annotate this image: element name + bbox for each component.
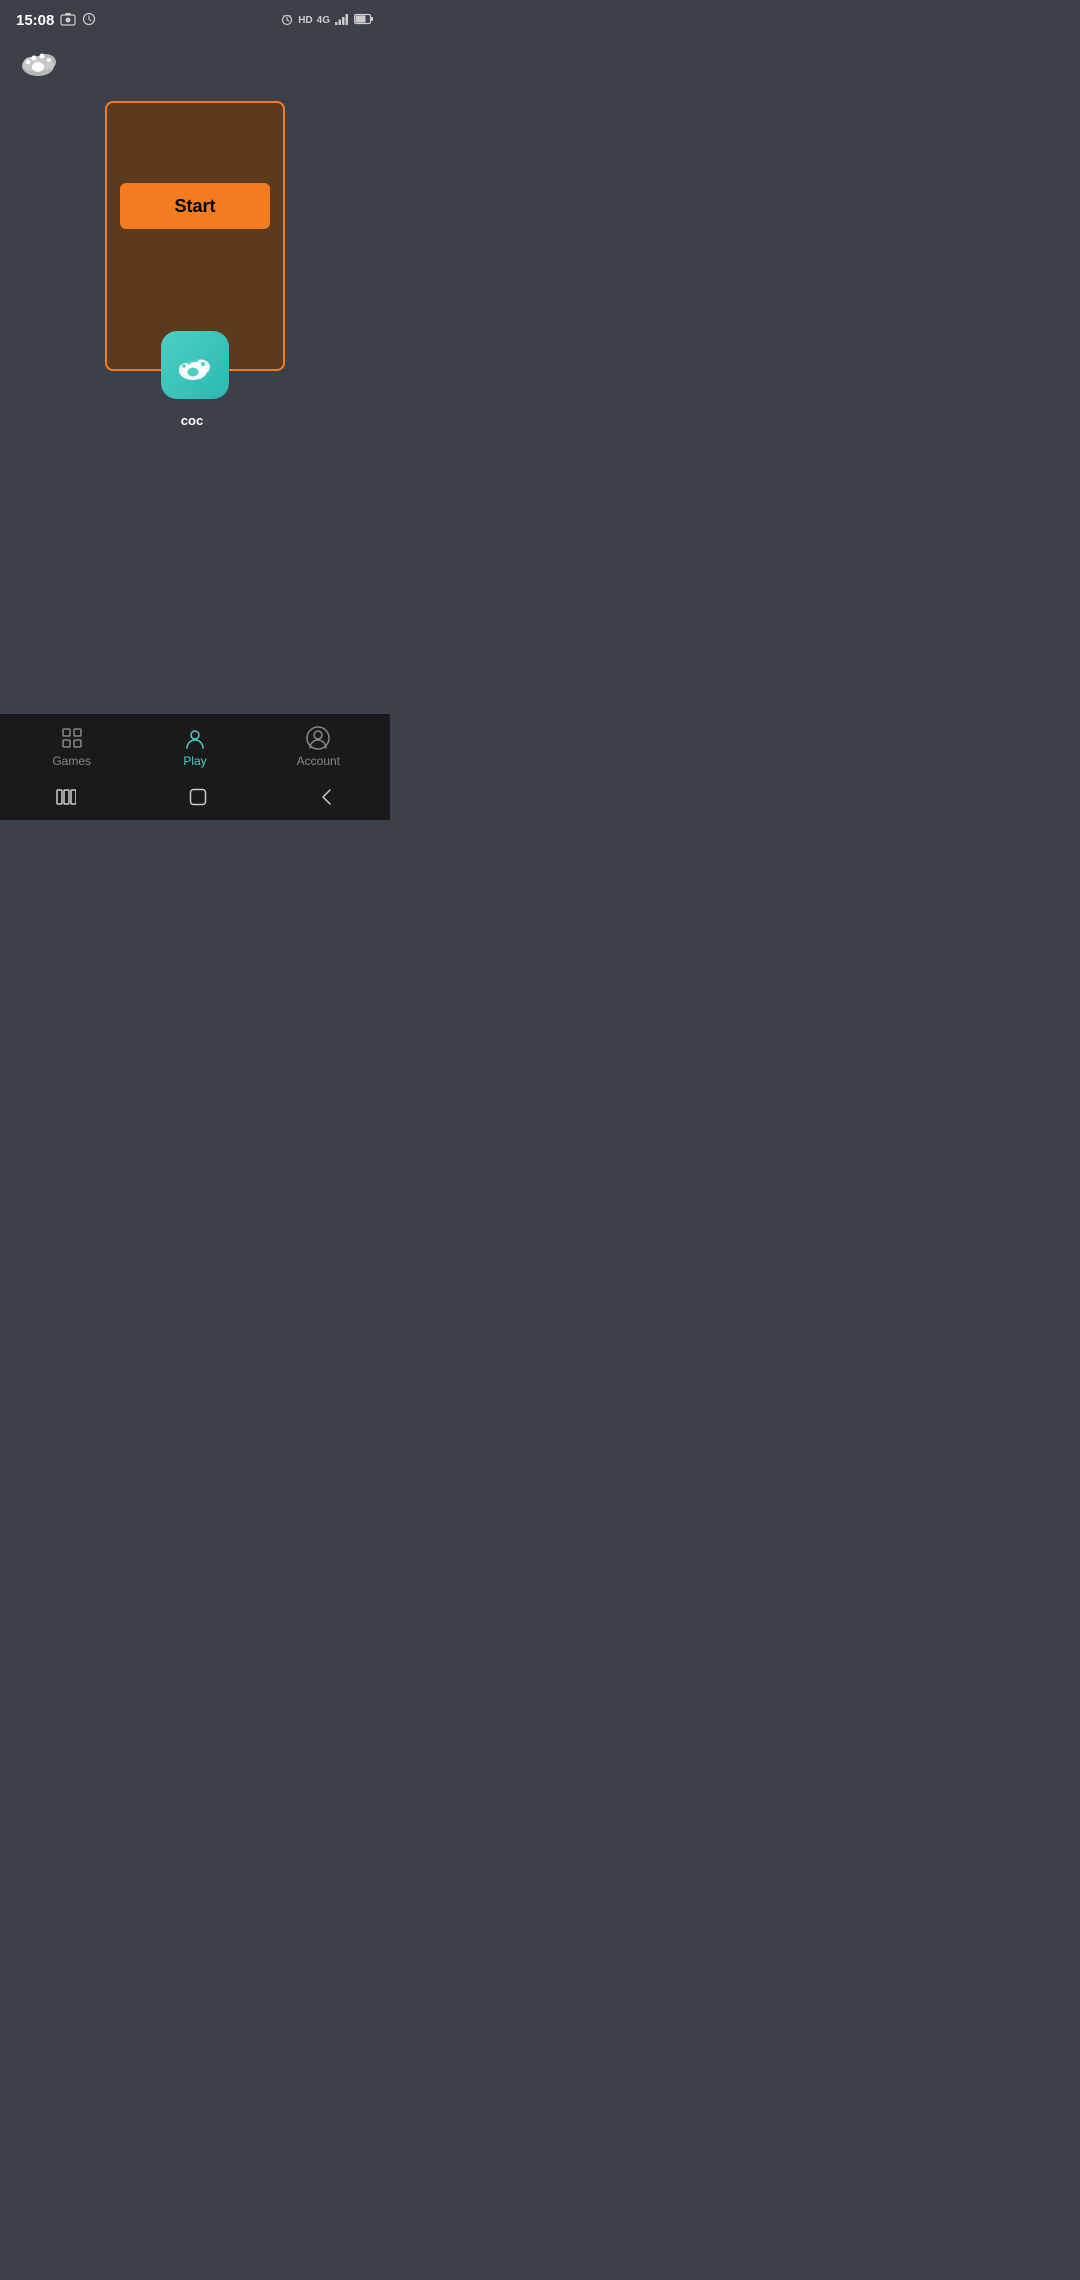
games-label: Games — [52, 754, 91, 768]
game-card: Start — [105, 101, 285, 371]
nav-item-account[interactable]: Account — [257, 725, 380, 768]
status-bar: 15:08 HD — [0, 0, 390, 36]
game-app-icon[interactable] — [161, 331, 229, 399]
play-label: Play — [183, 754, 206, 768]
home-button[interactable] — [189, 788, 207, 811]
back-button[interactable] — [320, 788, 334, 811]
battery-icon — [354, 13, 374, 28]
game-item-container: Start coc — [16, 101, 374, 428]
game-title: coc — [181, 413, 203, 428]
recent-apps-button[interactable] — [56, 789, 76, 810]
status-left: 15:08 — [16, 12, 96, 29]
alarm-icon — [280, 12, 294, 29]
games-icon — [59, 725, 85, 751]
app-logo-icon — [16, 42, 374, 85]
status-right: HD 4G — [280, 12, 374, 29]
start-button[interactable]: Start — [120, 183, 270, 229]
status-time: 15:08 — [16, 12, 54, 29]
nav-item-play[interactable]: Play — [133, 725, 256, 768]
main-content: Start coc — [0, 93, 390, 436]
hd-label: HD — [298, 15, 312, 26]
photo-icon — [60, 12, 76, 29]
nav-item-games[interactable]: Games — [10, 725, 133, 768]
signal-icon — [334, 12, 350, 29]
history-icon — [82, 12, 96, 29]
account-label: Account — [297, 754, 340, 768]
system-nav — [0, 778, 390, 820]
bottom-nav: Games Play Account — [0, 714, 390, 778]
game-icon-wrapper — [161, 331, 229, 399]
4g-label: 4G — [317, 15, 330, 26]
app-header — [0, 36, 390, 93]
account-icon — [305, 725, 331, 751]
play-icon — [182, 725, 208, 751]
